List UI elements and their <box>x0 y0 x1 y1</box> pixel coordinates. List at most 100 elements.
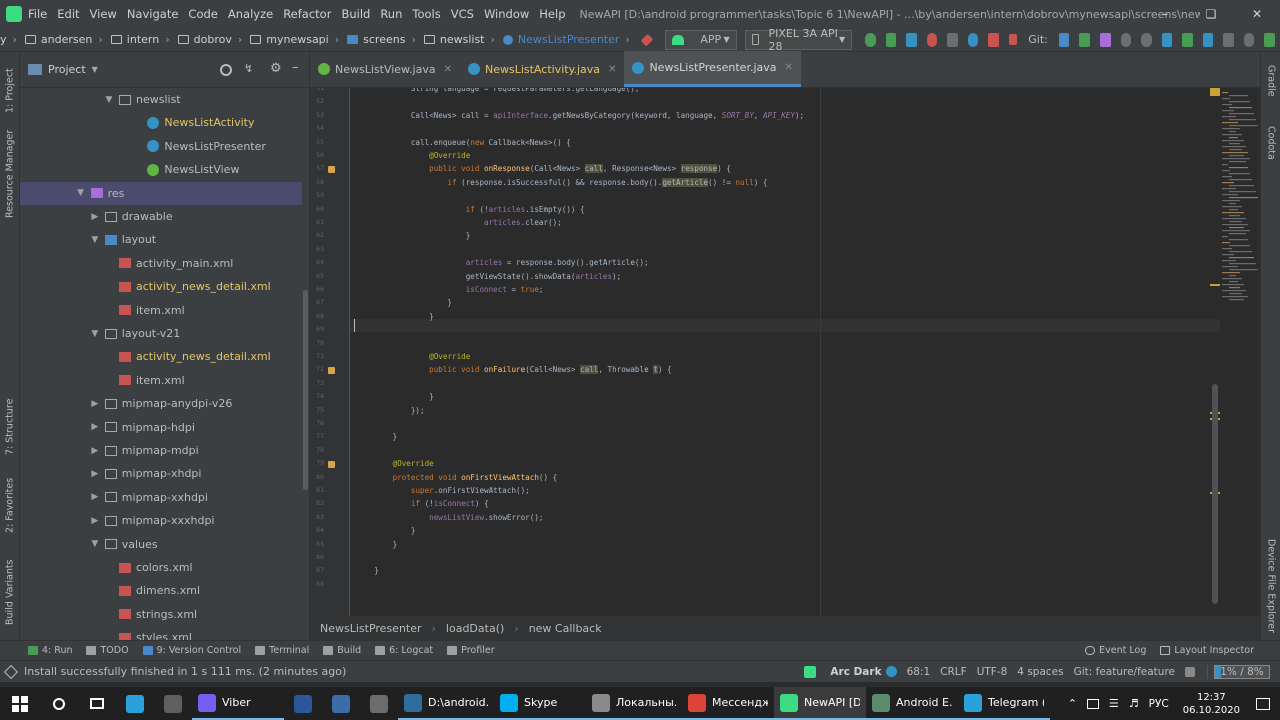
breadcrumb-item[interactable]: NewsListPresenter › <box>320 622 436 635</box>
tree-row[interactable]: ▶ mipmap-mdpi <box>20 439 302 462</box>
git-commit-icon[interactable] <box>1079 32 1090 47</box>
override-gutter-icon[interactable] <box>328 367 335 375</box>
tab-device-file-explorer[interactable]: Device File Explorer <box>1261 530 1280 642</box>
stop-icon[interactable] <box>1008 34 1018 45</box>
coverage-icon[interactable] <box>947 32 958 47</box>
device-select[interactable]: PIXEL 3A API 28 ▼ <box>744 27 853 53</box>
editor-tab[interactable]: NewsListView.java ✕ <box>310 51 460 87</box>
volume-icon[interactable]: ♬ <box>1129 697 1139 710</box>
gear-icon[interactable]: ⚙ <box>270 61 282 76</box>
battery-icon[interactable] <box>1086 698 1099 709</box>
taskbar-app[interactable]: Skype <box>494 687 586 720</box>
chevron-down-icon[interactable]: ▼ <box>103 95 115 105</box>
menu-vcs[interactable]: VCS <box>451 7 474 21</box>
taskbar-app[interactable]: Мессендж... <box>682 687 774 720</box>
tray-expand-icon[interactable]: ⌃ <box>1068 697 1077 710</box>
tree-row[interactable]: ▼ layout <box>20 228 302 251</box>
menu-refactor[interactable]: Refactor <box>283 7 331 21</box>
tab-project[interactable]: 1: Project <box>0 58 20 124</box>
chevron-right-icon[interactable]: ▶ <box>89 492 101 502</box>
tree-row[interactable]: styles.xml <box>20 626 302 640</box>
theme-indicator[interactable]: Arc Dark <box>830 666 897 678</box>
tool-window-button[interactable]: 4: Run <box>28 645 72 656</box>
lock-icon[interactable] <box>1185 666 1195 677</box>
event-log-button[interactable]: Event Log <box>1085 645 1146 656</box>
memory-indicator[interactable]: 1% / 8% <box>1214 664 1270 679</box>
tree-row[interactable]: item.xml <box>20 299 302 322</box>
chevron-down-icon[interactable]: ▼ <box>92 65 98 74</box>
minimize-button[interactable]: – <box>1142 0 1188 28</box>
taskbar-app[interactable]: Android E... <box>866 687 958 720</box>
chevron-down-icon[interactable]: ▼ <box>89 329 101 339</box>
close-icon[interactable]: ✕ <box>785 62 793 73</box>
chevron-right-icon[interactable]: ▶ <box>89 212 101 222</box>
editor-tab[interactable]: NewsListPresenter.java ✕ <box>624 51 801 87</box>
tab-structure[interactable]: 7: Structure <box>0 396 20 458</box>
layout-inspector-button[interactable]: Layout Inspector <box>1160 645 1254 656</box>
locate-icon[interactable] <box>220 64 232 76</box>
tree-row[interactable]: ▶ mipmap-xxhdpi <box>20 486 302 509</box>
clock[interactable]: 12:37 06.10.2020 <box>1183 691 1240 717</box>
taskbar-app[interactable]: D:\android... <box>398 687 494 720</box>
wifi-icon[interactable]: ☰ <box>1109 697 1119 710</box>
nav-crumb[interactable]: intern › <box>110 33 170 46</box>
action-center-icon[interactable] <box>1256 697 1270 710</box>
project-scrollbar[interactable] <box>303 290 308 490</box>
tree-row[interactable]: activity_news_detail.xml <box>20 275 302 298</box>
taskbar-app[interactable]: Локальны... <box>586 687 682 720</box>
avd-manager-icon[interactable] <box>1202 32 1214 47</box>
taskbar-app[interactable]: Viber <box>192 687 284 720</box>
sdk-manager-icon[interactable] <box>1223 32 1234 47</box>
attach-debugger-icon[interactable] <box>988 32 999 47</box>
git-update-icon[interactable] <box>1058 32 1070 47</box>
taskbar-app[interactable] <box>360 687 398 720</box>
menu-analyze[interactable]: Analyze <box>228 7 273 21</box>
taskbar-app[interactable] <box>154 687 192 720</box>
tree-row[interactable]: NewsListPresenter <box>20 135 302 158</box>
override-gutter-icon[interactable] <box>328 166 335 174</box>
tree-row[interactable]: dimens.xml <box>20 579 302 602</box>
chevron-right-icon[interactable]: ▶ <box>89 469 101 479</box>
tool-window-button[interactable]: Terminal <box>255 645 309 656</box>
menu-file[interactable]: File <box>28 7 47 21</box>
assistant-icon[interactable] <box>1264 32 1275 47</box>
breadcrumb-item[interactable]: new Callback <box>529 622 602 635</box>
taskbar-app[interactable] <box>322 687 360 720</box>
tree-row[interactable]: ▼ values <box>20 533 302 556</box>
editor-scrollbar[interactable] <box>1212 384 1218 604</box>
code-minimap[interactable] <box>1220 88 1260 308</box>
tab-build-variants[interactable]: Build Variants <box>0 552 20 632</box>
tool-window-button[interactable]: 9: Version Control <box>142 645 241 656</box>
hammer-icon[interactable] <box>640 33 653 46</box>
tab-codota[interactable]: Codota <box>1261 118 1280 168</box>
profile-icon[interactable] <box>967 32 979 47</box>
input-language[interactable]: РУС <box>1149 698 1169 710</box>
chevron-down-icon[interactable]: ▼ <box>89 539 101 549</box>
taskbar-app[interactable]: NewAPI [D... <box>774 687 866 720</box>
history-icon[interactable] <box>1120 32 1132 47</box>
git-branch[interactable]: Git: feature/feature <box>1074 666 1175 678</box>
tab-gradle[interactable]: Gradle <box>1261 58 1280 104</box>
menu-window[interactable]: Window <box>484 7 529 21</box>
close-button[interactable]: ✕ <box>1234 0 1280 28</box>
taskbar-app[interactable] <box>284 687 322 720</box>
close-icon[interactable]: ✕ <box>444 64 452 75</box>
maximize-button[interactable]: ❏ <box>1188 0 1234 28</box>
indent-setting[interactable]: 4 spaces <box>1017 666 1063 678</box>
breadcrumb-item[interactable]: loadData() › <box>446 622 519 635</box>
chevron-right-icon[interactable]: ▶ <box>89 422 101 432</box>
nav-crumb[interactable]: y › <box>0 33 17 46</box>
tree-row[interactable]: activity_news_detail.xml <box>20 345 302 368</box>
tab-favorites[interactable]: 2: Favorites <box>0 472 20 538</box>
rerun-icon[interactable] <box>906 32 917 47</box>
code-editor[interactable]: 51 52 53 54 55 56 57 58 59 60 61 62 63 64 65 66 67 68 69 70… <box>310 88 1260 616</box>
tab-resource-manager[interactable]: Resource Manager <box>0 128 20 220</box>
chevron-down-icon[interactable]: ▼ <box>75 188 87 198</box>
run-config-select[interactable]: APP ▼ <box>665 29 737 50</box>
taskbar-app[interactable] <box>116 687 154 720</box>
tool-window-button[interactable]: TODO <box>86 645 129 656</box>
hide-panel-icon[interactable]: – <box>292 60 299 75</box>
menu-build[interactable]: Build <box>341 7 370 21</box>
menu-navigate[interactable]: Navigate <box>127 7 179 21</box>
chevron-right-icon[interactable]: ▶ <box>89 516 101 526</box>
